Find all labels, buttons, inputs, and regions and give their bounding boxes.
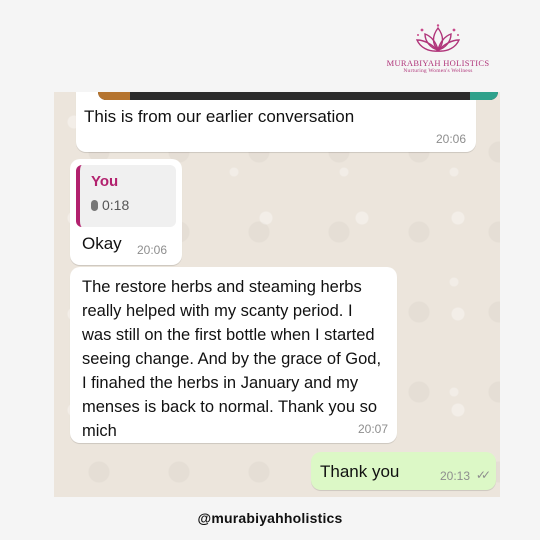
message-time: 20:06 — [137, 243, 168, 257]
image-preview[interactable] — [98, 92, 498, 100]
message-time: 20:07 — [357, 422, 388, 436]
message-text: Thank you — [320, 462, 400, 481]
quoted-voice-message[interactable]: You 0:18 — [76, 165, 176, 227]
voice-duration-text: 0:18 — [102, 197, 130, 213]
message-bubble-received[interactable]: The restore herbs and steaming herbs rea… — [70, 267, 397, 443]
brand-name: MURABIYAH HOLISTICS — [386, 58, 490, 68]
message-bubble-received[interactable]: You 0:18 Okay 20:06 — [70, 159, 182, 265]
double-check-icon: ✓✓ — [475, 468, 491, 482]
brand-logo: MURABIYAH HOLISTICS Nurturing Women's We… — [384, 24, 492, 84]
chat-screenshot: This is from our earlier conversation 20… — [54, 92, 500, 497]
social-handle: @murabiyahholistics — [197, 510, 343, 526]
message-time: 20:13 — [439, 469, 470, 483]
mic-icon — [91, 200, 98, 211]
message-text: The restore herbs and steaming herbs rea… — [82, 278, 382, 440]
lotus-icon — [415, 24, 461, 52]
brand-tagline: Nurturing Women's Wellness — [403, 68, 473, 74]
message-bubble-sent[interactable]: Thank you 20:13 ✓✓ — [311, 452, 496, 490]
voice-duration: 0:18 — [91, 197, 129, 213]
quote-author: You — [91, 173, 119, 190]
message-bubble-received[interactable]: This is from our earlier conversation 20… — [76, 92, 498, 152]
message-time: 20:06 — [435, 132, 466, 146]
message-text: This is from our earlier conversation — [84, 107, 355, 126]
message-text: Okay — [82, 234, 122, 253]
